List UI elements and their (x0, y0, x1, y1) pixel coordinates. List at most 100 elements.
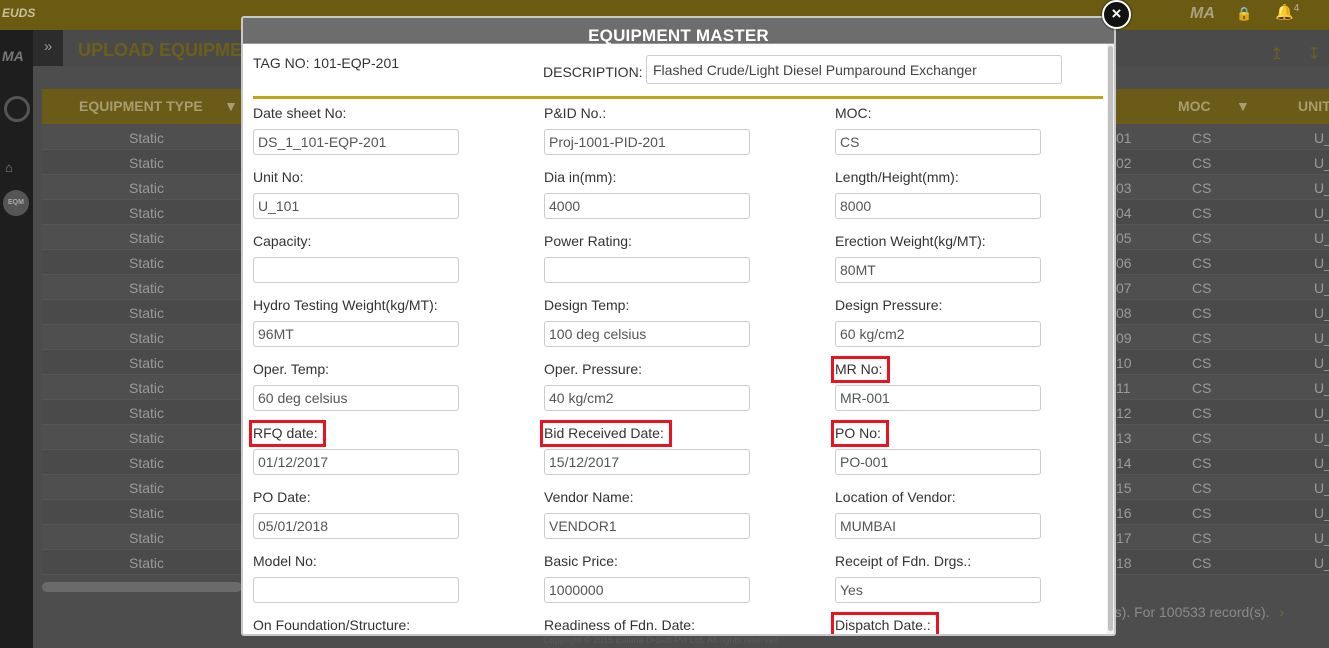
field-input[interactable] (544, 513, 750, 539)
field-input[interactable] (253, 513, 459, 539)
brand-logo: MA (1190, 5, 1215, 22)
form-field: Erection Weight(kg/MT): (835, 232, 1055, 283)
field-input[interactable] (544, 321, 750, 347)
field-input[interactable] (835, 449, 1041, 475)
cell-tag-suffix: 08 (1116, 305, 1132, 321)
vertical-scrollbar[interactable] (1107, 44, 1114, 634)
field-label: Oper. Temp: (253, 361, 330, 377)
form-field: Design Pressure: (835, 296, 1055, 347)
field-label: Dia in(mm): (544, 169, 617, 185)
cell-unit: U_ (1314, 155, 1329, 171)
cell-moc: CS (1192, 355, 1212, 371)
cell-tag-suffix: 03 (1116, 180, 1132, 196)
field-input[interactable] (835, 385, 1041, 411)
description-label: DESCRIPTION: (543, 64, 643, 80)
field-input[interactable] (253, 129, 459, 155)
cell-unit: U_ (1314, 230, 1329, 246)
cell-equipment-type: Static (129, 330, 165, 346)
form-field: Oper. Pressure: (544, 360, 764, 411)
cell-moc: CS (1192, 480, 1212, 496)
field-label: PO No: (831, 420, 889, 447)
eqm-module-icon[interactable]: EQM (3, 190, 29, 216)
field-input[interactable] (253, 257, 459, 283)
cell-moc: CS (1192, 380, 1212, 396)
cell-unit: U_ (1314, 355, 1329, 371)
field-input[interactable] (835, 513, 1041, 539)
download-icon[interactable]: ↧ (1307, 46, 1329, 63)
column-filter-icon[interactable]: ▼ (1236, 98, 1250, 114)
field-input[interactable] (544, 577, 750, 603)
home-icon[interactable]: ⌂ (5, 160, 13, 175)
cell-moc: CS (1192, 130, 1212, 146)
form-field: Unit No: (253, 168, 473, 219)
column-filter-icon[interactable]: ▼ (224, 98, 238, 114)
column-header-moc[interactable]: MOC (1178, 98, 1211, 114)
next-page-icon[interactable]: › (1280, 604, 1285, 620)
field-label: Dispatch Date.: (831, 612, 939, 634)
form-field: Capacity: (253, 232, 473, 283)
cell-moc: CS (1192, 305, 1212, 321)
cell-unit: U_ (1314, 380, 1329, 396)
form-field: PO No: (831, 420, 1055, 475)
field-input[interactable] (544, 385, 750, 411)
field-input[interactable] (253, 385, 459, 411)
field-input[interactable] (835, 577, 1041, 603)
field-input[interactable] (835, 193, 1041, 219)
cell-unit: U_ (1314, 255, 1329, 271)
field-input[interactable] (253, 577, 459, 603)
lock-icon[interactable]: 🔒 (1236, 6, 1252, 22)
cell-tag-suffix: 16 (1116, 505, 1132, 521)
close-button[interactable]: × (1102, 0, 1131, 29)
cell-moc: CS (1192, 455, 1212, 471)
form-field: Power Rating: (544, 232, 764, 283)
field-input[interactable] (544, 257, 750, 283)
scrollbar-thumb[interactable] (1108, 46, 1113, 631)
field-input[interactable] (835, 257, 1041, 283)
cell-unit: U_ (1314, 405, 1329, 421)
cell-moc: CS (1192, 505, 1212, 521)
cell-moc: CS (1192, 280, 1212, 296)
field-input[interactable] (544, 449, 750, 475)
cell-tag-suffix: 07 (1116, 280, 1132, 296)
form-field: MOC: (835, 104, 1055, 155)
pager: (s). For 100533 record(s). › (1110, 604, 1284, 620)
field-label: Basic Price: (544, 553, 618, 569)
field-input[interactable] (253, 321, 459, 347)
form-field: Model No: (253, 552, 473, 603)
field-input[interactable] (544, 193, 750, 219)
description-input[interactable] (646, 55, 1062, 84)
field-label: Receipt of Fdn. Drgs.: (835, 553, 972, 569)
form-field: Basic Price: (544, 552, 764, 603)
cell-equipment-type: Static (129, 255, 165, 271)
cell-equipment-type: Static (129, 480, 165, 496)
form-field: Receipt of Fdn. Drgs.: (835, 552, 1055, 603)
column-header-equipment-type[interactable]: EQUIPMENT TYPE (79, 98, 203, 114)
form-field: Length/Height(mm): (835, 168, 1055, 219)
cell-equipment-type: Static (129, 555, 165, 571)
form-field: Dia in(mm): (544, 168, 764, 219)
left-nav: MA ⌂ EQM (0, 30, 33, 648)
field-input[interactable] (253, 193, 459, 219)
tag-number: TAG NO: 101-EQP-201 (253, 55, 400, 71)
expand-nav-button[interactable]: » (33, 30, 63, 66)
form-field: Design Temp: (544, 296, 764, 347)
form-field: Location of Vendor: (835, 488, 1055, 539)
cell-equipment-type: Static (129, 355, 165, 371)
horizontal-scrollbar[interactable] (42, 582, 242, 592)
app-logo: EUDS (2, 6, 36, 20)
cell-tag-suffix: 04 (1116, 205, 1132, 221)
bell-icon[interactable]: 🔔4 (1275, 3, 1299, 21)
cell-equipment-type: Static (129, 405, 165, 421)
column-header-unit[interactable]: UNIT (1298, 98, 1329, 114)
divider (253, 96, 1103, 99)
form-field: P&ID No.: (544, 104, 764, 155)
cell-equipment-type: Static (129, 530, 165, 546)
field-input[interactable] (835, 321, 1041, 347)
avatar[interactable] (4, 96, 30, 122)
field-input[interactable] (835, 129, 1041, 155)
field-input[interactable] (544, 129, 750, 155)
cell-unit: U_ (1314, 180, 1329, 196)
upload-icon[interactable]: ↥ (1270, 46, 1307, 63)
field-input[interactable] (253, 449, 459, 475)
form-field: Vendor Name: (544, 488, 764, 539)
